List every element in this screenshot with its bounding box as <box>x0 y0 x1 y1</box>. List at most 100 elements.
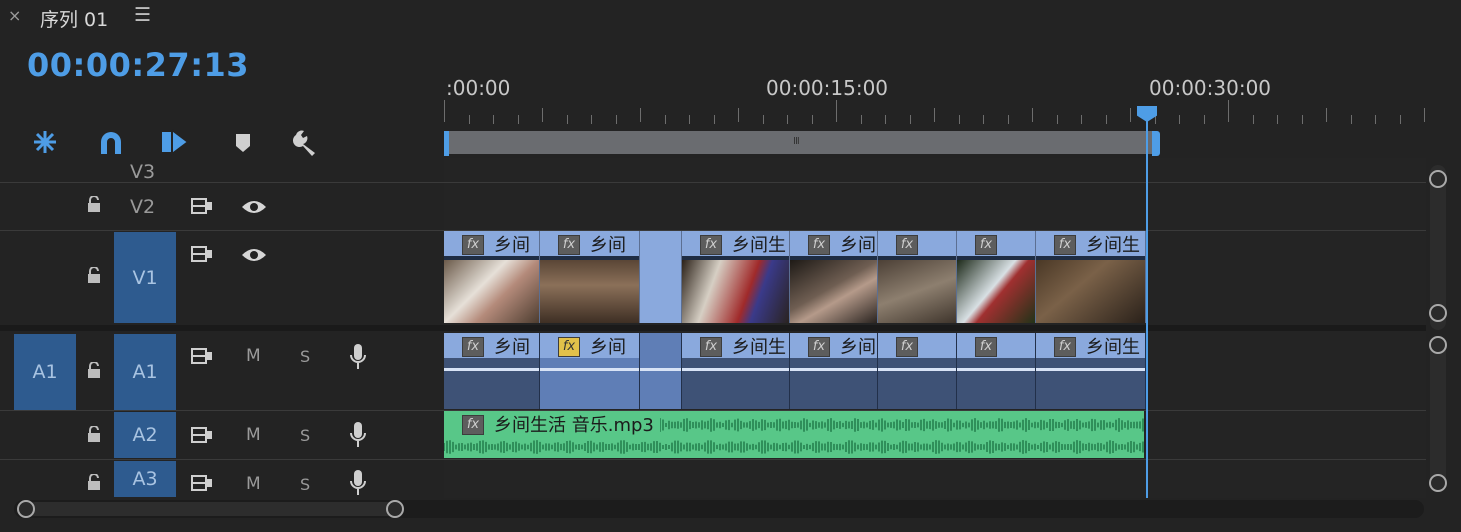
playhead-timecode[interactable]: 00:00:27:13 <box>27 46 249 84</box>
solo-button-a3[interactable]: S <box>300 475 310 494</box>
audio-tracks-scrollbar[interactable] <box>1430 340 1446 490</box>
audio-clip[interactable]: fx 乡间生 <box>682 333 790 409</box>
work-area-grip[interactable]: III <box>793 136 800 147</box>
fx-badge: fx <box>462 415 484 435</box>
microphone-icon[interactable] <box>348 421 368 453</box>
fx-badge: fx <box>896 337 918 357</box>
mute-button-a2[interactable]: M <box>246 425 261 445</box>
fx-badge: fx <box>558 235 580 255</box>
fx-badge: fx <box>558 337 580 357</box>
fx-badge: fx <box>1054 235 1076 255</box>
clip-thumbnail <box>682 260 789 323</box>
scroll-handle[interactable] <box>1429 336 1447 354</box>
sync-lock-icon[interactable] <box>190 425 214 449</box>
lock-icon[interactable] <box>86 473 102 494</box>
clip-thumbnail <box>878 260 956 323</box>
scroll-handle[interactable] <box>1429 304 1447 322</box>
video-clip[interactable]: fx <box>957 231 1036 323</box>
video-clip[interactable]: fx 乡间 <box>790 231 878 323</box>
eye-icon[interactable] <box>241 246 267 268</box>
lock-icon[interactable] <box>86 195 102 216</box>
zoom-handle-right[interactable] <box>386 500 404 518</box>
track-label-v2[interactable]: V2 <box>130 196 155 218</box>
ruler-label-30s: 00:00:30:00 <box>1149 76 1272 100</box>
audio-clip[interactable] <box>640 333 682 409</box>
microphone-icon[interactable] <box>348 343 368 375</box>
mute-button-a3[interactable]: M <box>246 474 261 494</box>
panel-menu-icon[interactable]: ☰ <box>134 4 151 26</box>
track-target-a3[interactable]: A3 <box>114 461 176 497</box>
sync-lock-icon[interactable] <box>190 473 214 497</box>
add-marker-icon[interactable] <box>230 128 260 156</box>
track-label-a2: A2 <box>132 424 158 446</box>
audio-clip[interactable]: fx <box>878 333 957 409</box>
fx-badge: fx <box>700 337 722 357</box>
wrench-icon[interactable] <box>292 128 322 156</box>
track-label-a3: A3 <box>132 468 158 490</box>
lock-icon[interactable] <box>86 266 102 287</box>
clip-name: 乡间 <box>840 235 876 256</box>
eye-icon[interactable] <box>241 198 267 220</box>
fx-badge: fx <box>462 337 484 357</box>
mute-button-a1[interactable]: M <box>246 346 261 366</box>
clip-name: 乡间 <box>494 337 530 358</box>
clip-name: 乡间 <box>590 235 626 256</box>
video-clip[interactable]: fx <box>878 231 957 323</box>
lock-icon[interactable] <box>86 361 102 382</box>
clip-name: 乡间 <box>840 337 876 358</box>
work-area-bar[interactable] <box>446 131 1158 154</box>
audio-clip[interactable]: fx <box>957 333 1036 409</box>
fx-badge: fx <box>700 235 722 255</box>
sync-lock-icon[interactable] <box>190 244 214 268</box>
clip-name: 乡间生 <box>1086 235 1140 256</box>
audio-clip[interactable]: fx 乡间 <box>790 333 878 409</box>
snap-magnet-icon[interactable] <box>96 128 126 156</box>
playhead-line[interactable] <box>1146 120 1148 498</box>
video-clip[interactable] <box>640 231 682 323</box>
sync-lock-icon[interactable] <box>190 346 214 370</box>
fx-badge: fx <box>808 235 830 255</box>
sync-lock-icon[interactable] <box>190 196 214 220</box>
clip-thumbnail <box>957 260 1035 323</box>
video-clip[interactable]: fx 乡间 <box>444 231 540 323</box>
track-label-a1: A1 <box>132 361 158 383</box>
clip-name: 乡间生 <box>732 337 786 358</box>
sequence-tab-title[interactable]: 序列 01 <box>40 5 108 32</box>
video-clip[interactable]: fx 乡间 <box>540 231 640 323</box>
lock-icon[interactable] <box>86 425 102 446</box>
track-label-v3[interactable]: V3 <box>130 161 155 183</box>
audio-clip[interactable]: fx 乡间 <box>540 333 640 409</box>
audio-clip[interactable]: fx 乡间生 <box>1036 333 1146 409</box>
track-target-a2[interactable]: A2 <box>114 412 176 458</box>
clip-name: 乡间 <box>494 235 530 256</box>
solo-button-a2[interactable]: S <box>300 426 310 445</box>
audio-clip[interactable]: fx 乡间 <box>444 333 540 409</box>
fx-badge: fx <box>808 337 830 357</box>
fx-badge: fx <box>896 235 918 255</box>
track-label-v1: V1 <box>132 266 158 289</box>
ruler-label-0: :00:00 <box>446 76 511 100</box>
linked-selection-icon[interactable] <box>160 128 190 156</box>
work-area-end-handle[interactable] <box>1152 131 1160 156</box>
solo-button-a1[interactable]: S <box>300 347 310 366</box>
close-tab-icon[interactable]: × <box>8 6 21 25</box>
track-target-v1[interactable]: V1 <box>114 232 176 323</box>
time-ruler-ticks[interactable] <box>444 100 1425 130</box>
scroll-handle[interactable] <box>1429 474 1447 492</box>
fx-badge: fx <box>1054 337 1076 357</box>
zoom-handle-left[interactable] <box>17 500 35 518</box>
video-clip[interactable]: fx 乡间生 <box>682 231 790 323</box>
fx-badge: fx <box>975 235 997 255</box>
scroll-handle[interactable] <box>1429 170 1447 188</box>
fx-badge: fx <box>975 337 997 357</box>
microphone-icon[interactable] <box>348 469 368 501</box>
video-clip[interactable]: fx 乡间生 <box>1036 231 1146 323</box>
clip-thumbnail <box>790 260 877 323</box>
clip-thumbnail <box>444 260 539 323</box>
audio-clip-music[interactable]: fx 乡间生活 音乐.mp3 <box>444 411 1144 458</box>
track-target-a1[interactable]: A1 <box>114 334 176 410</box>
work-area-start-handle[interactable] <box>444 131 449 156</box>
source-patch-a1[interactable]: A1 <box>14 334 76 410</box>
clip-name: 乡间生 <box>1086 337 1140 358</box>
insert-nest-icon[interactable] <box>30 128 60 156</box>
